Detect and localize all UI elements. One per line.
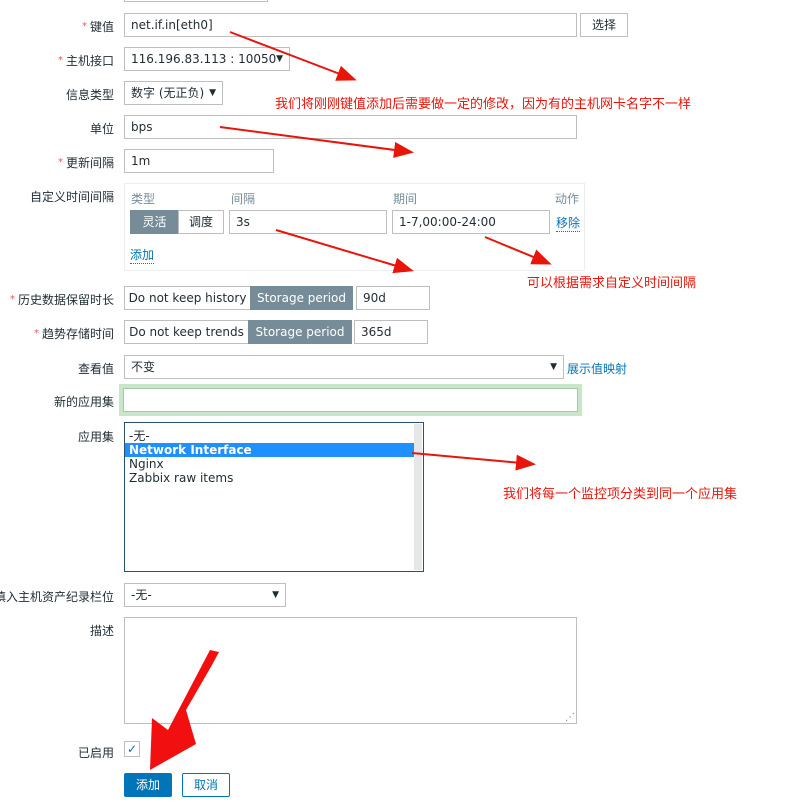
- history-do-not-keep-toggle[interactable]: Do not keep history: [124, 286, 251, 310]
- required-marker: *: [81, 21, 87, 32]
- host-interface-value: 116.196.83.113 : 10050: [131, 52, 277, 66]
- update-interval-input[interactable]: 1m: [124, 149, 274, 173]
- trends-period-input[interactable]: 365d: [354, 320, 428, 344]
- type-scheduling-toggle[interactable]: 调度: [178, 210, 224, 234]
- listbox-scrollbar[interactable]: [414, 424, 422, 570]
- partial-field-top[interactable]: [124, 0, 268, 2]
- trends-do-not-keep-toggle[interactable]: Do not keep trends: [124, 320, 249, 344]
- units-label: 单位: [89, 122, 114, 136]
- select-key-button[interactable]: 选择: [580, 13, 628, 37]
- description-label: 描述: [89, 624, 114, 638]
- new-application-input[interactable]: [123, 388, 578, 412]
- info-type-select[interactable]: 数字 (无正负) ▼: [124, 81, 223, 105]
- enabled-label: 已启用: [77, 746, 114, 760]
- application-option[interactable]: -无-: [125, 429, 423, 443]
- header-interval: 间隔: [231, 192, 256, 206]
- header-period: 期间: [393, 192, 418, 206]
- add-interval-link[interactable]: 添加: [130, 246, 155, 264]
- header-type: 类型: [131, 192, 156, 206]
- units-input[interactable]: bps: [124, 115, 577, 139]
- add-button[interactable]: 添加: [124, 773, 172, 797]
- remove-interval-link[interactable]: 移除: [556, 214, 581, 232]
- application-option[interactable]: Zabbix raw items: [125, 471, 423, 485]
- annotation-interval-note: 可以根据需求自定义时间间隔: [527, 276, 697, 291]
- description-textarea[interactable]: ⋰: [124, 617, 577, 724]
- host-interface-select[interactable]: 116.196.83.113 : 10050 ▼: [124, 47, 290, 71]
- resize-handle-icon[interactable]: ⋰: [565, 712, 575, 723]
- required-marker: *: [33, 328, 39, 339]
- show-value-select[interactable]: 不变 ▼: [124, 355, 564, 379]
- trends-label: * 趋势存储时间: [33, 327, 114, 341]
- value-mapping-link[interactable]: 展示值映射: [567, 360, 627, 377]
- host-interface-label: * 主机接口: [57, 54, 114, 68]
- dropdown-arrow-icon: ▼: [276, 54, 283, 64]
- arrow-to-application: [411, 452, 536, 471]
- inventory-field-value: -无-: [131, 588, 152, 602]
- annotation-key-note: 我们将刚刚键值添加后需要做一定的修改，因为有的主机网卡名字不一样: [275, 97, 692, 112]
- applications-label: 应用集: [77, 430, 114, 444]
- trends-storage-period-toggle[interactable]: Storage period: [248, 320, 352, 344]
- required-marker: *: [9, 294, 15, 305]
- checkmark-icon: ✓: [126, 742, 138, 756]
- application-option[interactable]: Nginx: [125, 457, 423, 471]
- application-option-selected[interactable]: Network Interface: [125, 443, 415, 457]
- key-label: * 键值: [81, 20, 114, 34]
- interval-input[interactable]: 3s: [229, 210, 387, 234]
- history-label: * 历史数据保留时长: [9, 293, 114, 307]
- show-value-label: 查看值: [77, 362, 114, 376]
- info-type-label: 信息类型: [65, 88, 114, 102]
- history-storage-period-toggle[interactable]: Storage period: [250, 286, 353, 310]
- custom-intervals-label: 自定义时间间隔: [29, 190, 114, 204]
- period-input[interactable]: 1-7,00:00-24:00: [392, 210, 550, 234]
- cancel-button[interactable]: 取消: [182, 773, 230, 797]
- applications-listbox[interactable]: -无- Network Interface Nginx Zabbix raw i…: [124, 422, 424, 572]
- history-period-input[interactable]: 90d: [356, 286, 430, 310]
- dropdown-arrow-icon: ▼: [209, 88, 216, 98]
- inventory-field-select[interactable]: -无- ▼: [124, 583, 286, 607]
- info-type-value: 数字 (无正负): [131, 86, 205, 100]
- inventory-field-label: 填入主机资产纪录栏位: [0, 590, 114, 604]
- key-input[interactable]: net.if.in[eth0]: [124, 13, 577, 37]
- type-flexible-toggle[interactable]: 灵活: [130, 210, 179, 234]
- update-interval-label: * 更新间隔: [57, 156, 114, 170]
- dropdown-arrow-icon: ▼: [272, 590, 279, 600]
- enabled-checkbox[interactable]: ✓: [124, 741, 140, 757]
- custom-intervals-table: 类型 间隔 期间 动作 灵活 调度 3s 1-7,00:00-24:00 移除 …: [124, 183, 585, 271]
- annotation-application-note: 我们将每一个监控项分类到同一个应用集: [503, 487, 738, 502]
- show-value-value: 不变: [131, 360, 156, 374]
- dropdown-arrow-icon: ▼: [550, 362, 557, 372]
- required-marker: *: [57, 157, 63, 168]
- required-marker: *: [57, 55, 63, 66]
- header-action: 动作: [555, 192, 580, 206]
- new-application-label: 新的应用集: [53, 395, 114, 409]
